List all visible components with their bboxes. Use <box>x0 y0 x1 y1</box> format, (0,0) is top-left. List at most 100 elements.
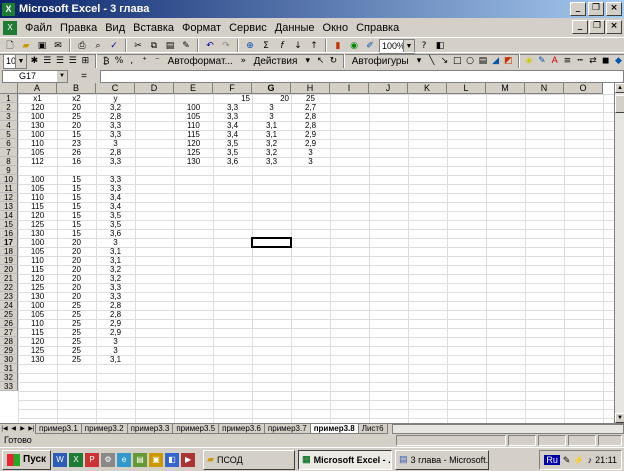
new-icon[interactable]: 🗋 <box>3 39 17 53</box>
row-header[interactable]: 24 <box>0 301 18 310</box>
table-cell[interactable]: 3,2 <box>96 265 135 274</box>
table-cell[interactable]: 3,5 <box>213 139 252 148</box>
table-cell[interactable]: 3,6 <box>213 157 252 166</box>
table-cell[interactable]: 15 <box>57 193 96 202</box>
row-header[interactable]: 17 <box>0 238 18 247</box>
sort-asc-icon[interactable]: ↓ <box>291 39 305 53</box>
menu-format[interactable]: Формат <box>178 22 225 34</box>
table-cell[interactable]: 15 <box>57 184 96 193</box>
table-cell[interactable]: 110 <box>174 121 213 130</box>
sheet-tab[interactable]: пример3.2 <box>80 424 128 434</box>
column-header-m[interactable]: M <box>486 83 525 94</box>
table-cell[interactable]: 3,5 <box>96 211 135 220</box>
table-cell[interactable]: 125 <box>18 346 57 355</box>
table-cell[interactable]: 3,1 <box>96 256 135 265</box>
oval-icon[interactable]: ○ <box>465 54 476 68</box>
start-button[interactable]: Пуск <box>2 449 52 470</box>
media-icon[interactable]: ▶ <box>181 452 196 467</box>
autoformat-button[interactable]: Автоформат... <box>165 56 236 67</box>
table-cell[interactable]: 2,8 <box>96 310 135 319</box>
table-cell[interactable]: y <box>96 94 135 103</box>
column-header-a[interactable]: A <box>18 83 57 94</box>
table-cell[interactable]: 2,8 <box>96 148 135 157</box>
row-header[interactable]: 12 <box>0 193 18 202</box>
column-header-f[interactable]: F <box>213 83 252 94</box>
table-cell[interactable]: 16 <box>57 157 96 166</box>
sheet-tab[interactable]: пример3.3 <box>126 424 174 434</box>
table-cell[interactable]: 115 <box>18 202 57 211</box>
table-cell[interactable]: 20 <box>57 121 96 130</box>
scroll-down-icon[interactable]: ▼ <box>615 413 624 423</box>
row-header[interactable]: 4 <box>0 121 18 130</box>
paste-icon[interactable]: ▤ <box>163 39 177 53</box>
table-cell[interactable]: 115 <box>18 265 57 274</box>
task-excel[interactable]: ▦ Microsoft Excel - ... <box>298 449 393 470</box>
row-header[interactable]: 3 <box>0 112 18 121</box>
table-cell[interactable]: 25 <box>57 301 96 310</box>
table-cell[interactable]: 3,4 <box>213 130 252 139</box>
menu-file[interactable]: Файл <box>21 22 56 34</box>
bold-icon[interactable]: ✱ <box>29 54 40 68</box>
table-cell[interactable]: 105 <box>18 247 57 256</box>
table-cell[interactable]: x2 <box>57 94 96 103</box>
row-header[interactable]: 9 <box>0 166 18 175</box>
table-cell[interactable]: 3,3 <box>96 283 135 292</box>
line-color-icon[interactable]: ✎ <box>537 54 548 68</box>
menu-window[interactable]: Окно <box>319 22 353 34</box>
table-cell[interactable]: 105 <box>18 184 57 193</box>
select-all-corner[interactable] <box>0 83 18 94</box>
table-cell[interactable]: 20 <box>57 238 96 247</box>
drawing-icon[interactable]: ✐ <box>363 39 377 53</box>
table-cell[interactable]: 3,1 <box>96 355 135 364</box>
menu-data[interactable]: Данные <box>271 22 319 34</box>
table-cell[interactable]: 3,3 <box>96 121 135 130</box>
more-icon[interactable]: » <box>238 54 249 68</box>
task-psod[interactable]: ▰ ПСОД <box>203 449 296 470</box>
table-cell[interactable]: 25 <box>57 310 96 319</box>
table-cell[interactable]: 100 <box>174 103 213 112</box>
print-icon[interactable]: ⎙ <box>75 39 89 53</box>
function-icon[interactable]: f <box>275 39 289 53</box>
menu-view[interactable]: Вид <box>101 22 129 34</box>
scroll-thumb[interactable] <box>615 95 624 113</box>
percent-icon[interactable]: % <box>114 54 125 68</box>
horizontal-scrollbar[interactable] <box>391 424 624 434</box>
table-cell[interactable]: 20 <box>57 292 96 301</box>
undo-icon[interactable]: ↶ <box>203 39 217 53</box>
table-cell[interactable]: 25 <box>57 355 96 364</box>
table-cell[interactable]: 15 <box>57 202 96 211</box>
table-cell[interactable]: 120 <box>18 103 57 112</box>
table-cell[interactable]: 2,9 <box>291 139 330 148</box>
doc-minimize-button[interactable]: _ <box>572 20 588 34</box>
table-cell[interactable]: 100 <box>18 130 57 139</box>
table-cell[interactable]: 15 <box>57 220 96 229</box>
rotate-icon[interactable]: ↻ <box>328 54 339 68</box>
row-header[interactable]: 31 <box>0 364 18 373</box>
table-cell[interactable]: 3,1 <box>252 130 291 139</box>
email-icon[interactable]: ✉ <box>51 39 65 53</box>
explorer-icon[interactable]: ▣ <box>149 452 164 467</box>
arrow-icon[interactable]: ↘ <box>439 54 450 68</box>
table-cell[interactable]: 23 <box>57 139 96 148</box>
row-header[interactable]: 27 <box>0 328 18 337</box>
table-cell[interactable]: 130 <box>18 121 57 130</box>
comma-icon[interactable]: , <box>126 54 137 68</box>
row-header[interactable]: 21 <box>0 274 18 283</box>
table-cell[interactable]: 3,4 <box>96 193 135 202</box>
task-word[interactable]: ▤ 3 глава - Microsoft... <box>395 449 490 470</box>
row-header[interactable]: 29 <box>0 346 18 355</box>
table-cell[interactable]: 25 <box>291 94 330 103</box>
row-header[interactable]: 15 <box>0 220 18 229</box>
table-cell[interactable]: 125 <box>18 220 57 229</box>
table-cell[interactable]: 115 <box>174 130 213 139</box>
shadow-icon[interactable]: ◼ <box>600 54 611 68</box>
table-cell[interactable]: 3,1 <box>96 247 135 256</box>
tray-tool-icon[interactable]: ✎ <box>563 455 571 466</box>
menu-edit[interactable]: Правка <box>56 22 101 34</box>
table-cell[interactable]: 3,3 <box>213 112 252 121</box>
doc-close-button[interactable]: × <box>606 20 622 34</box>
arrow-style-icon[interactable]: ⇄ <box>588 54 599 68</box>
column-header-g[interactable]: G <box>252 83 291 94</box>
table-cell[interactable]: 25 <box>57 112 96 121</box>
increase-decimal-icon[interactable]: ⁺ <box>139 54 150 68</box>
